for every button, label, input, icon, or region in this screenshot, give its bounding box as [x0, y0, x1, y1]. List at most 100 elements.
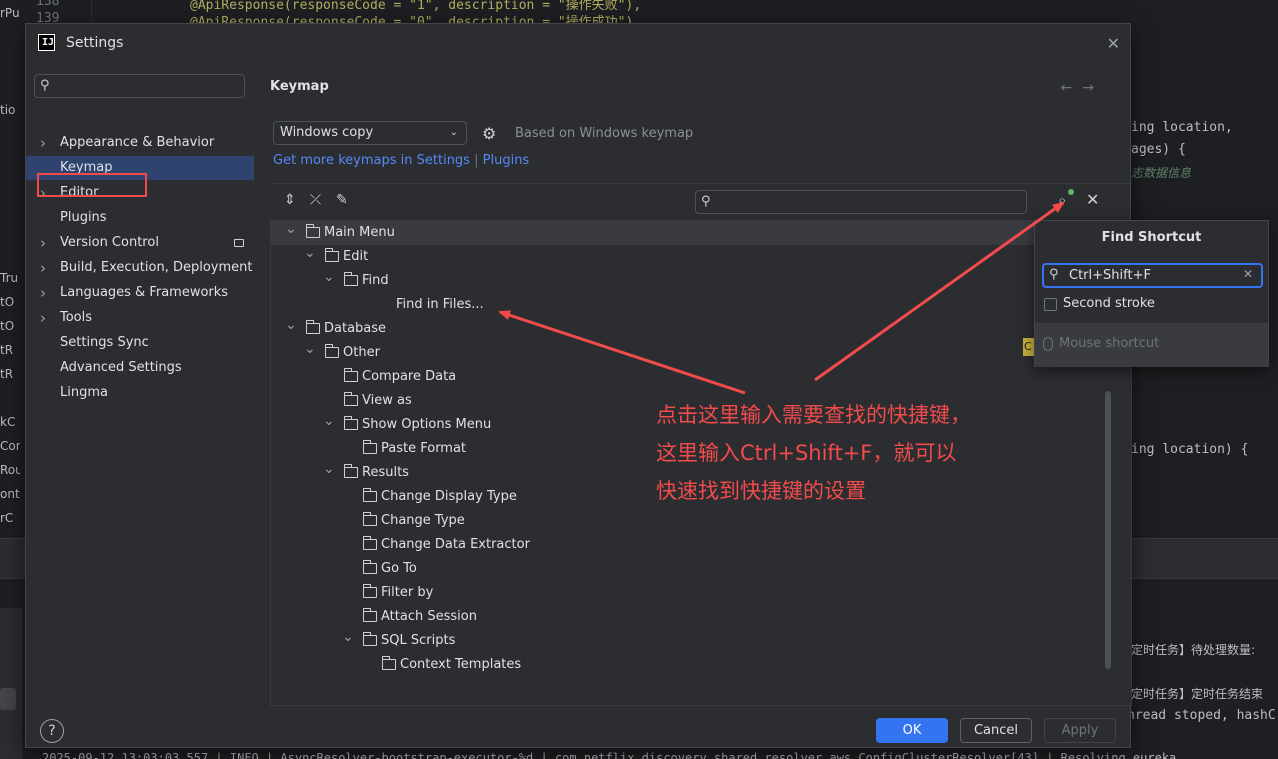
folder-icon [324, 248, 339, 262]
get-more-keymaps-link: Get more keymaps in Settings | Plugins [273, 153, 529, 168]
cancel-button[interactable]: Cancel [960, 718, 1032, 743]
chevron-down-icon[interactable]: ⌄ [285, 221, 297, 241]
tree-row[interactable]: Change Data Extractor [271, 533, 1107, 557]
divider [270, 183, 1132, 184]
code-fragment: ing location) { [1131, 442, 1249, 457]
tree-row-label: Change Data Extractor [381, 537, 530, 552]
gear-icon[interactable]: ⚙ [482, 124, 496, 143]
folder-icon [362, 488, 377, 502]
chevron-right-icon[interactable]: › [40, 306, 46, 330]
tree-row[interactable]: Find in Files... [271, 293, 1107, 317]
project-tree-fragment: tR [0, 343, 14, 357]
tree-row[interactable]: Attach Session [271, 605, 1107, 629]
sidebar-item-advanced-settings[interactable]: Advanced Settings [26, 356, 254, 380]
run-toolbar [0, 608, 22, 759]
sidebar-item-appearance-behavior[interactable]: › Appearance & Behavior [26, 131, 254, 155]
tree-row[interactable]: ⌄ Edit [271, 245, 1107, 269]
chevron-right-icon[interactable]: › [40, 281, 46, 305]
tree-row[interactable]: Change Type [271, 509, 1107, 533]
tree-row[interactable]: ⌄ Database [271, 317, 1107, 341]
project-tree-fragment: kC [0, 415, 16, 429]
chevron-down-icon[interactable]: ⌄ [323, 409, 335, 433]
shortcut-input[interactable]: ⚲ Ctrl+Shift+F ✕ [1042, 263, 1263, 288]
chevron-down-icon[interactable]: ⌄ [323, 457, 335, 481]
folder-icon [362, 608, 377, 622]
chevron-down-icon[interactable]: ⌄ [342, 625, 354, 649]
sidebar-item-label: Appearance & Behavior [60, 135, 215, 150]
settings-search-input[interactable]: ⚲ [34, 74, 245, 98]
apply-button[interactable]: Apply [1044, 718, 1116, 743]
tree-row-label: Filter by [381, 585, 434, 600]
sidebar-item-tools[interactable]: › Tools [26, 306, 254, 330]
tree-row[interactable]: ⌄ SQL Scripts [271, 629, 1107, 653]
tree-row-label: Database [324, 321, 387, 336]
keymap-search-input[interactable]: ⚲ [695, 190, 1027, 214]
sidebar-item-label: Lingma [60, 385, 108, 400]
chevron-down-icon[interactable]: ⌄ [304, 337, 316, 361]
close-icon[interactable]: ✕ [1107, 34, 1120, 53]
code-fragment: ages) { [1131, 142, 1186, 157]
edit-icon[interactable]: ✎ [336, 192, 348, 208]
history-nav[interactable]: ←→ [1061, 80, 1104, 96]
sidebar-item-label: Build, Execution, Deployment [60, 260, 253, 275]
project-tree-fragment: ont [0, 487, 20, 501]
expand-all-icon[interactable]: ⇕ [284, 192, 296, 208]
second-stroke-checkbox[interactable] [1044, 298, 1057, 311]
mouse-shortcut-area[interactable]: Mouse shortcut [1035, 323, 1268, 367]
plugins-link[interactable]: Plugins [483, 153, 530, 168]
tree-row-label: Go To [381, 561, 417, 576]
help-button[interactable]: ? [40, 719, 64, 743]
find-by-shortcut-icon[interactable]: ⌕ [1058, 189, 1074, 209]
chevron-right-icon[interactable]: › [40, 131, 46, 155]
tree-row[interactable]: ⌄ Other [271, 341, 1107, 365]
close-icon[interactable]: ✕ [1086, 190, 1099, 209]
sidebar-item-languages-frameworks[interactable]: › Languages & Frameworks [26, 281, 254, 305]
project-tree-fragment: Cor [0, 439, 20, 453]
sidebar-item-settings-sync[interactable]: Settings Sync [26, 331, 254, 355]
annotation-text: 点击这里输入需要查找的快捷键， 这里输入Ctrl+Shift+F，就可以 快速找… [656, 396, 1036, 510]
sidebar-item-plugins[interactable]: Plugins [26, 206, 254, 230]
log-fragment: 定时任务】定时任务结束 [1131, 687, 1264, 701]
folder-icon [362, 536, 377, 550]
line-number: 138 [36, 0, 60, 9]
folder-icon [343, 392, 358, 406]
sidebar-item-label: Version Control [60, 235, 159, 250]
chevron-down-icon[interactable]: ⌄ [285, 313, 297, 337]
active-dot [1068, 189, 1074, 195]
tree-row-label: Compare Data [362, 369, 457, 384]
mouse-icon [1043, 337, 1053, 351]
folder-icon [324, 344, 339, 358]
tree-row[interactable]: Context Templates [271, 653, 1107, 677]
sidebar-item-lingma[interactable]: Lingma [26, 381, 254, 405]
search-icon: ⚲ [701, 194, 711, 209]
collapse-all-icon[interactable]: ⤫ [310, 192, 321, 208]
dialog-title: Settings [66, 35, 124, 51]
chevron-right-icon[interactable]: › [40, 231, 46, 255]
tree-row-label: Results [362, 465, 409, 480]
tree-row[interactable]: Go To [271, 557, 1107, 581]
get-more-link[interactable]: Get more keymaps in Settings [273, 153, 470, 168]
tree-scrollbar[interactable] [1105, 391, 1111, 669]
annotation-line: 点击这里输入需要查找的快捷键， [656, 403, 971, 427]
tree-row-label: View as [362, 393, 412, 408]
tree-row-label: Other [343, 345, 380, 360]
clear-icon[interactable]: ✕ [1243, 267, 1253, 281]
folder-icon [362, 560, 377, 574]
tree-row[interactable]: Compare Data [271, 365, 1107, 389]
folder-icon [362, 584, 377, 598]
code-comment-fragment: 志数据信息 [1131, 166, 1192, 180]
tree-row[interactable]: Filter by [271, 581, 1107, 605]
chevron-right-icon[interactable]: › [40, 256, 46, 280]
tree-row[interactable]: ⌄ Main Menu [271, 221, 1107, 245]
ok-button[interactable]: OK [876, 718, 948, 743]
sidebar-item-build-execution-deployment[interactable]: › Build, Execution, Deployment [26, 256, 254, 280]
mouse-shortcut-label: Mouse shortcut [1059, 336, 1160, 351]
keymap-select[interactable]: Windows copy ⌄ [273, 121, 467, 145]
tree-row[interactable]: ⌄ Find [271, 269, 1107, 293]
chevron-down-icon[interactable]: ⌄ [304, 241, 316, 265]
project-tree-fragment: tR [0, 367, 14, 381]
tree-row-label: Show Options Menu [362, 417, 492, 432]
sidebar-item-version-control[interactable]: › Version Control [26, 231, 254, 255]
run-toolbar-button[interactable] [0, 688, 16, 710]
chevron-down-icon[interactable]: ⌄ [323, 265, 335, 289]
